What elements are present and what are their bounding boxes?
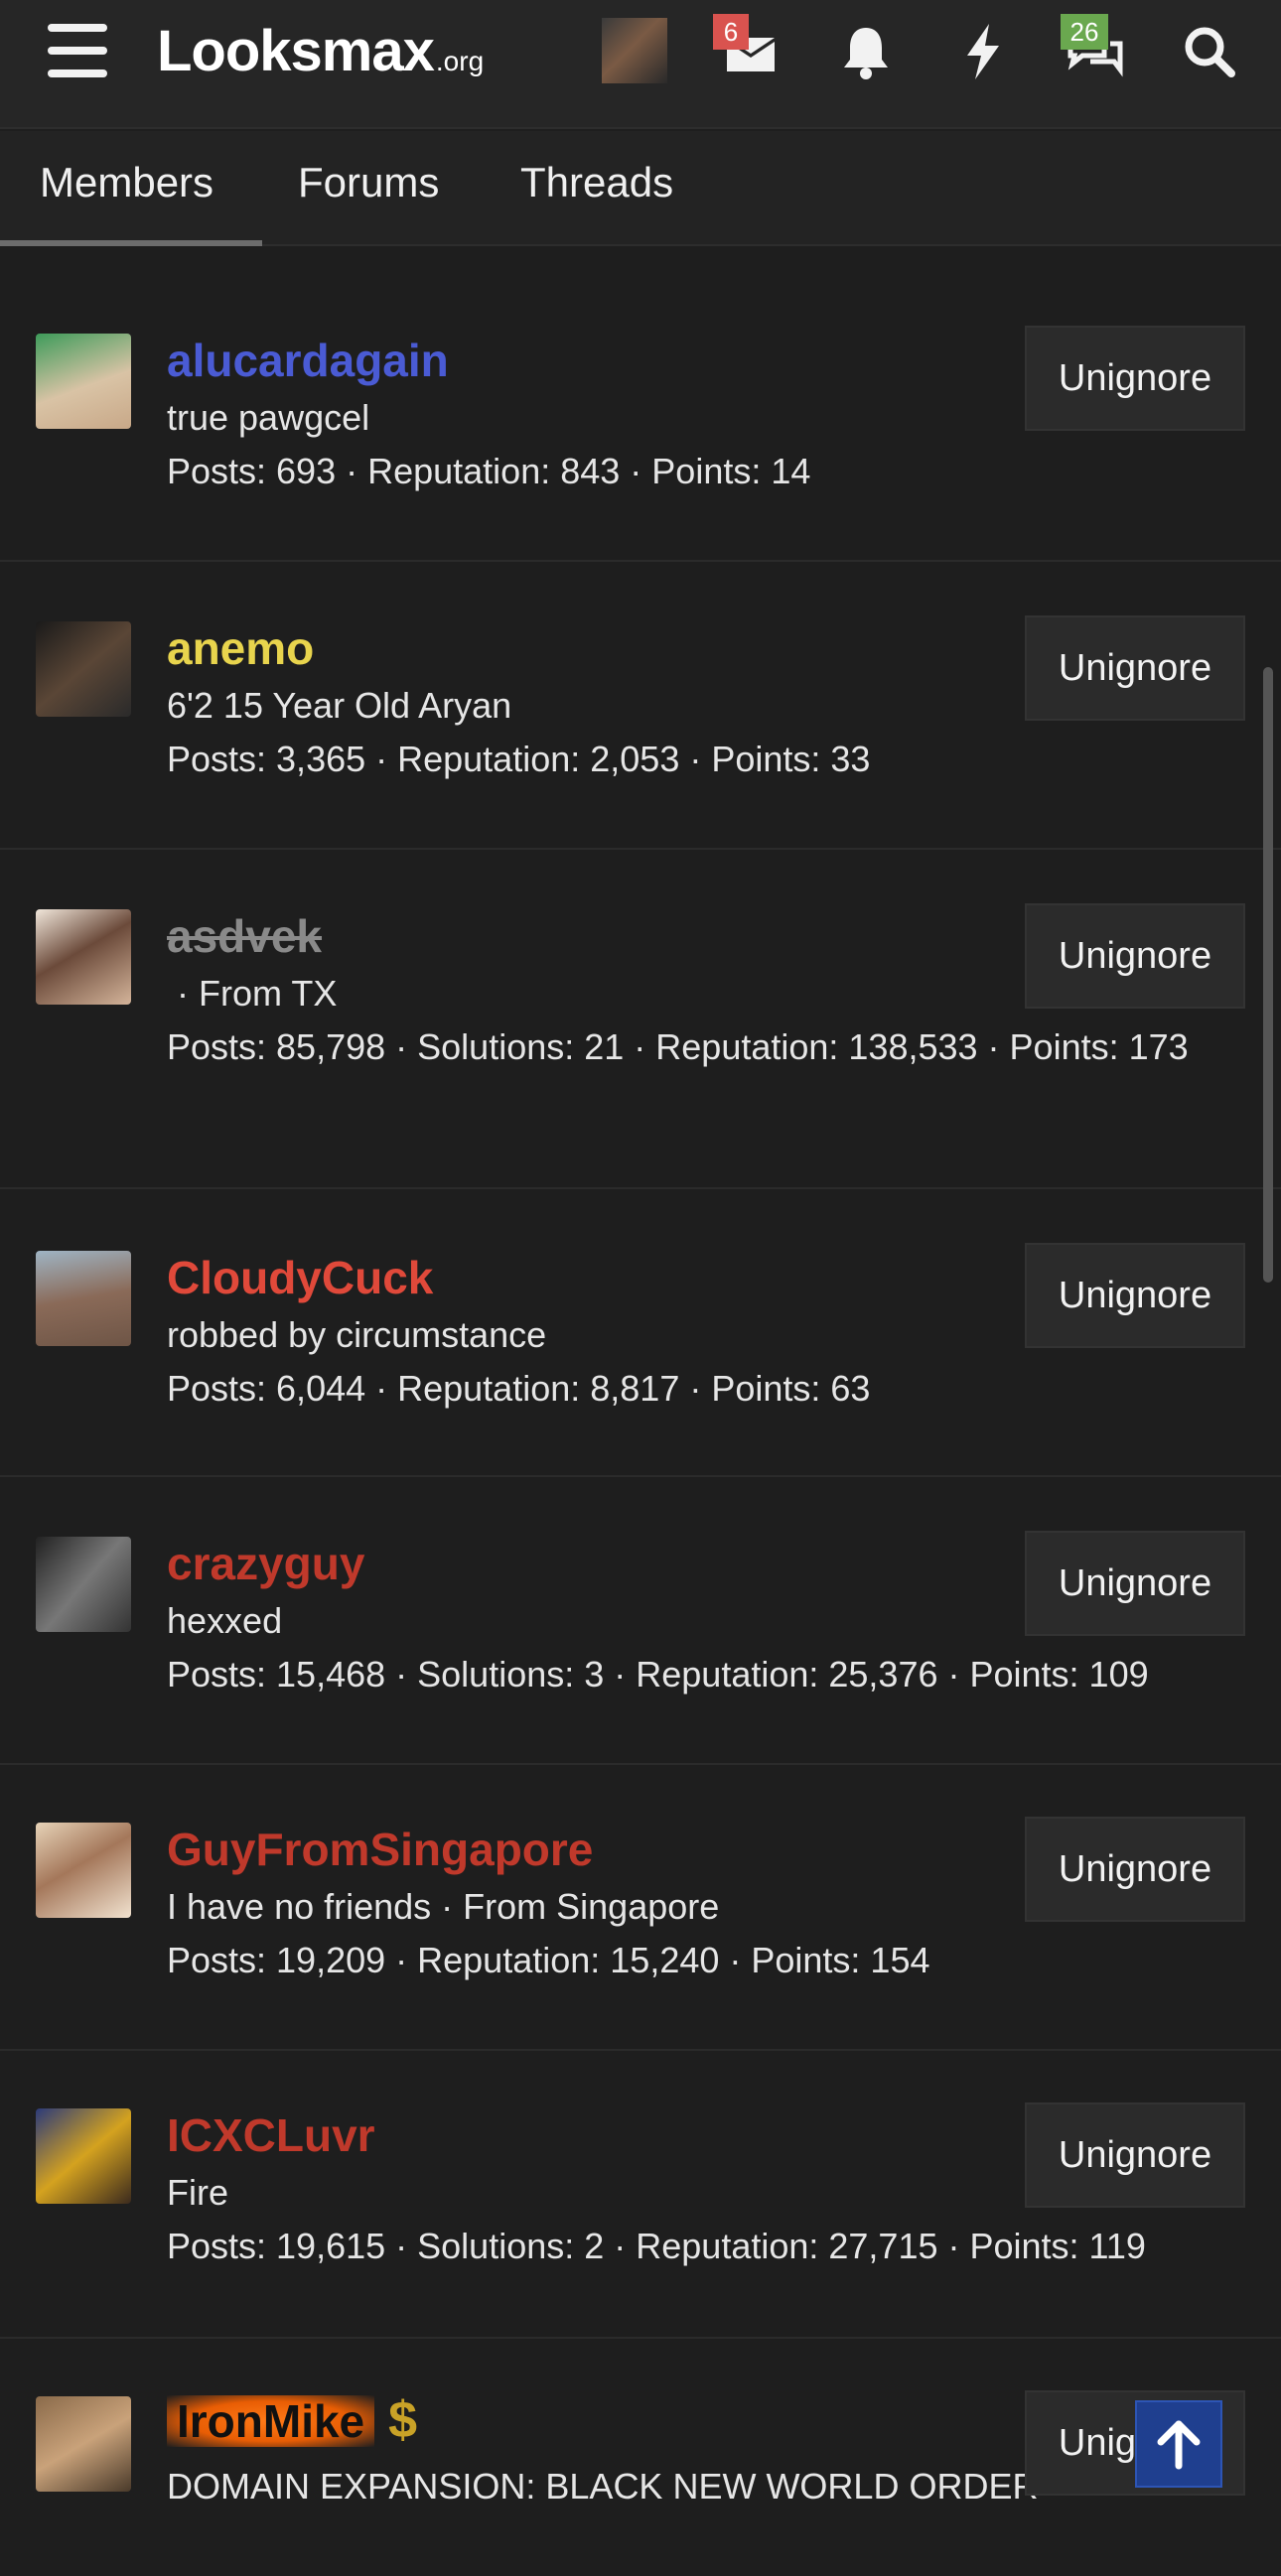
member-name[interactable]: anemo <box>167 621 314 675</box>
member-name[interactable]: crazyguy <box>167 1537 364 1590</box>
member-title: hexxed <box>167 1600 283 1641</box>
ignored-content-tabs: Members Forums Threads <box>0 131 1281 246</box>
member-title: DOMAIN EXPANSION: BLACK NEW WORLD ORDER <box>167 2466 1039 2507</box>
member-row: IronMike $ DOMAIN EXPANSION: BLACK NEW WO… <box>0 2339 1281 2576</box>
avatar[interactable] <box>36 909 131 1005</box>
member-title: Fire <box>167 2172 228 2213</box>
member-title: 6'2 15 Year Old Aryan <box>167 685 512 726</box>
dollar-badge-icon: $ <box>388 2391 418 2449</box>
member-name[interactable]: IronMike <box>167 2395 375 2447</box>
member-row: ICXCLuvr Fire Posts: 19,615 · Solutions:… <box>0 2051 1281 2339</box>
member-name[interactable]: CloudyCuck <box>167 1251 433 1304</box>
member-title: robbed by circumstance <box>167 1314 547 1355</box>
arrow-up-icon <box>1157 2420 1201 2470</box>
unignore-button[interactable]: Unignore <box>1025 903 1245 1009</box>
unignore-button[interactable]: Unignore <box>1025 1243 1245 1348</box>
member-name-wrapper[interactable]: IronMike $ <box>167 2390 417 2450</box>
avatar[interactable] <box>36 2108 131 2204</box>
scrollbar[interactable] <box>1263 667 1273 1283</box>
bell-icon[interactable] <box>834 20 898 83</box>
unignore-button[interactable]: Unignore <box>1025 615 1245 721</box>
back-to-top-button[interactable] <box>1135 2400 1222 2488</box>
tab-threads[interactable]: Threads <box>520 131 673 246</box>
menu-icon[interactable] <box>48 24 107 77</box>
logo-text: Looksmax <box>157 19 435 83</box>
avatar[interactable] <box>36 1251 131 1346</box>
member-row: crazyguy hexxed Posts: 15,468 · Solution… <box>0 1477 1281 1765</box>
member-stats: Posts: 6,044 · Reputation: 8,817 · Point… <box>167 1368 871 1409</box>
member-row: GuyFromSingapore I have no friends · Fro… <box>0 1765 1281 2051</box>
member-stats: Posts: 85,798 · Solutions: 21 · Reputati… <box>167 1026 1189 1067</box>
top-navigation-bar: Looksmax.org 6 26 <box>0 0 1281 129</box>
member-row: anemo 6'2 15 Year Old Aryan Posts: 3,365… <box>0 562 1281 850</box>
member-name[interactable]: ICXCLuvr <box>167 2108 375 2162</box>
member-stats: Posts: 19,615 · Solutions: 2 · Reputatio… <box>167 2226 1146 2266</box>
user-avatar[interactable] <box>602 18 667 83</box>
avatar[interactable] <box>36 2396 131 2492</box>
unignore-button[interactable]: Unignore <box>1025 326 1245 431</box>
member-stats: Posts: 19,209 · Reputation: 15,240 · Poi… <box>167 1940 930 1980</box>
member-stats: Posts: 693 · Reputation: 843 · Points: 1… <box>167 451 811 491</box>
member-name[interactable]: alucardagain <box>167 334 449 387</box>
member-name[interactable]: asdvek <box>167 909 322 963</box>
avatar[interactable] <box>36 1823 131 1918</box>
inbox-count-badge: 6 <box>713 14 749 50</box>
avatar[interactable] <box>36 1537 131 1632</box>
member-row: CloudyCuck robbed by circumstance Posts:… <box>0 1189 1281 1477</box>
conversations-count-badge: 26 <box>1061 14 1108 50</box>
tab-forums[interactable]: Forums <box>298 131 439 246</box>
unignore-button[interactable]: Unignore <box>1025 2102 1245 2208</box>
member-row: alucardagain true pawgcel Posts: 693 · R… <box>0 248 1281 562</box>
member-title: I have no friends · From Singapore <box>167 1886 720 1927</box>
member-row: asdvek · From TX Posts: 85,798 · Solutio… <box>0 850 1281 1189</box>
member-stats: Posts: 15,468 · Solutions: 3 · Reputatio… <box>167 1654 1149 1695</box>
tab-members[interactable]: Members <box>0 131 262 246</box>
site-logo[interactable]: Looksmax.org <box>157 18 484 84</box>
avatar[interactable] <box>36 334 131 429</box>
member-title: true pawgcel <box>167 397 370 438</box>
logo-suffix: .org <box>435 46 485 76</box>
search-icon[interactable] <box>1178 20 1241 83</box>
member-title: · From TX <box>167 973 338 1014</box>
bolt-icon[interactable] <box>951 20 1015 83</box>
unignore-button[interactable]: Unignore <box>1025 1817 1245 1922</box>
member-stats: Posts: 3,365 · Reputation: 2,053 · Point… <box>167 739 871 779</box>
avatar[interactable] <box>36 621 131 717</box>
unignore-button[interactable]: Unignore <box>1025 1531 1245 1636</box>
member-name[interactable]: GuyFromSingapore <box>167 1823 593 1876</box>
